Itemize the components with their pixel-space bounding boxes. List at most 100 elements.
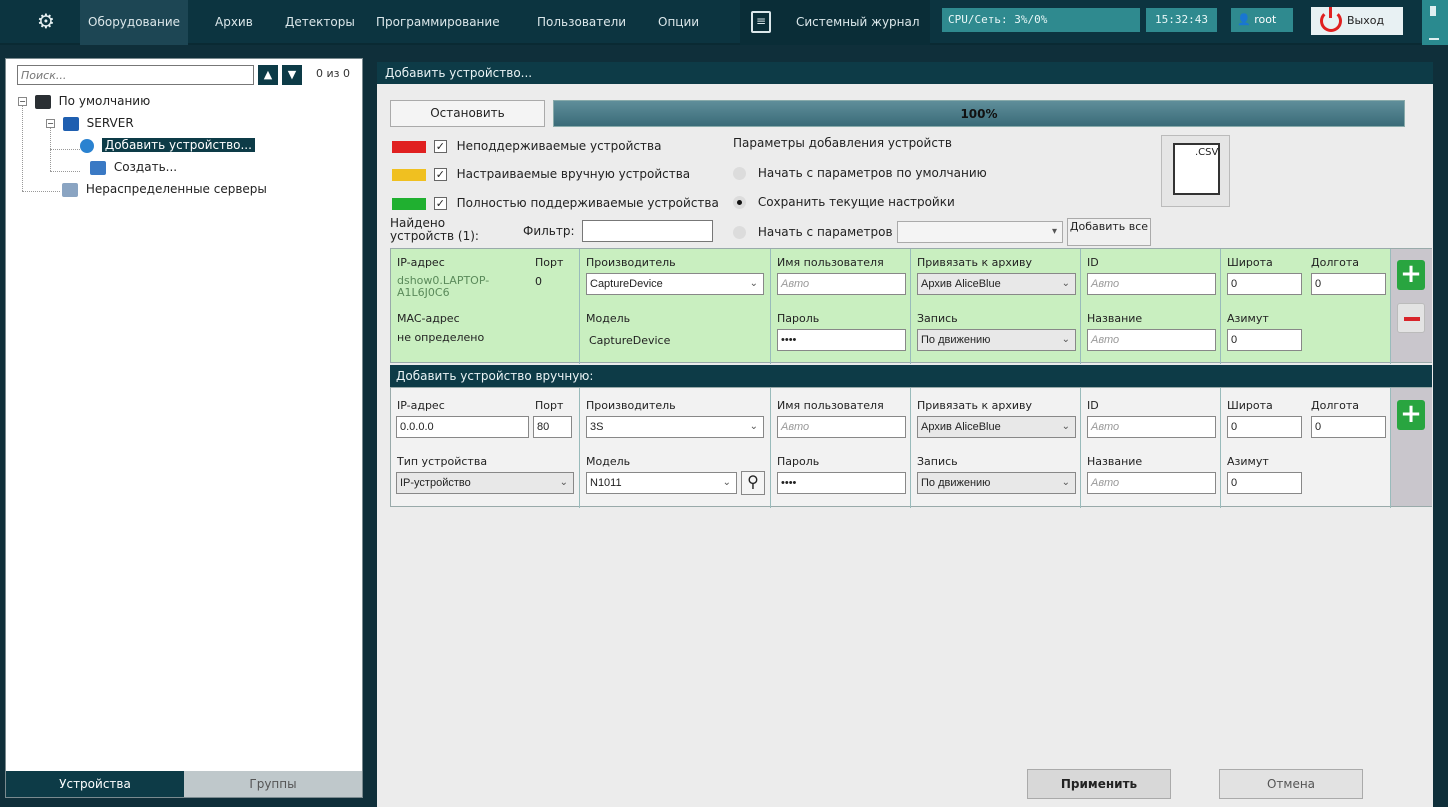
radio-keep[interactable]: Сохранить текущие настройки <box>733 192 955 212</box>
found-device-row[interactable]: IP-адрес dshow0.LAPTOP-A1L6J0C6 Порт 0 M… <box>390 248 1432 364</box>
manual-id-input[interactable]: Авто <box>1087 416 1216 438</box>
manual-username-input[interactable]: Авто <box>777 416 906 438</box>
tab-groups[interactable]: Группы <box>184 771 362 797</box>
full-swatch <box>392 197 426 210</box>
radio-default-button[interactable] <box>733 167 746 180</box>
latitude-input[interactable]: 0 <box>1227 273 1302 295</box>
system-journal-button[interactable]: ≡ Системный журнал <box>740 0 930 45</box>
power-icon <box>1320 7 1342 32</box>
manual-ip-input[interactable]: 0.0.0.0 <box>396 416 529 438</box>
system-journal-label: Системный журнал <box>796 15 920 29</box>
device-type-select[interactable]: IP-устройство ⌄ <box>396 472 574 494</box>
menu-equipment[interactable]: Оборудование <box>80 0 188 45</box>
menu-options[interactable]: Опции <box>650 0 707 45</box>
apply-button[interactable]: Применить <box>1027 769 1171 799</box>
manual-model-select[interactable]: N1011 ⌄ <box>586 472 737 494</box>
tree-node-unassigned[interactable]: Нераспределенные серверы <box>62 179 267 199</box>
add-all-button[interactable]: Добавить все <box>1067 218 1151 246</box>
collapse-icon[interactable]: − <box>46 119 55 128</box>
name-input[interactable]: Авто <box>1087 329 1216 351</box>
tree-node-create[interactable]: Создать... <box>90 157 177 177</box>
legend-full[interactable]: ✓ Полностью поддерживаемые устройства <box>392 193 719 213</box>
params-source-select[interactable]: ▾ <box>897 221 1063 243</box>
plus-icon[interactable]: + <box>1397 260 1425 290</box>
model-value: CaptureDevice <box>589 334 671 347</box>
minimize-icon[interactable] <box>1429 38 1439 40</box>
radio-default-label: Начать с параметров по умолчанию <box>757 166 987 180</box>
archive-select[interactable]: Архив AliceBlue ⌄ <box>917 273 1076 295</box>
id-input[interactable]: Авто <box>1087 273 1216 295</box>
tree-search-input[interactable] <box>17 65 254 85</box>
radio-keep-button[interactable] <box>733 196 746 209</box>
manual-add-header: Добавить устройство вручную: <box>390 365 1432 387</box>
collapse-icon[interactable]: − <box>18 97 27 106</box>
mac-value: не определено <box>397 331 485 344</box>
manual-device-row[interactable]: IP-адрес 0.0.0.0 Порт 80 Тип устройства … <box>390 387 1432 508</box>
pin-icon[interactable] <box>1430 6 1436 16</box>
tree-node-server[interactable]: − SERVER <box>46 113 134 133</box>
exit-button[interactable]: Выход <box>1311 7 1403 35</box>
legend-full-label: Полностью поддерживаемые устройства <box>456 196 719 210</box>
chevron-down-icon: ⌄ <box>749 278 758 289</box>
unsupported-checkbox[interactable]: ✓ <box>433 140 447 153</box>
password-input[interactable]: •••• <box>777 329 906 351</box>
port-value: 0 <box>535 275 542 288</box>
legend-unsupported[interactable]: ✓ Неподдерживаемые устройства <box>392 136 661 156</box>
manual-record-select[interactable]: По движению ⌄ <box>917 472 1076 494</box>
longitude-input[interactable]: 0 <box>1311 273 1386 295</box>
search-icon <box>80 138 94 153</box>
menu-detectors[interactable]: Детекторы <box>277 0 363 45</box>
manual-model-value: N1011 <box>590 477 622 489</box>
manual-username-label: Имя пользователя <box>777 399 884 412</box>
radio-params[interactable]: Начать с параметров <box>733 222 893 242</box>
manual-name-input[interactable]: Авто <box>1087 472 1216 494</box>
legend-manual-label: Настраиваемые вручную устройства <box>456 167 691 181</box>
cancel-button[interactable]: Отмена <box>1219 769 1363 799</box>
menu-users[interactable]: Пользователи <box>529 0 634 45</box>
username-input[interactable]: Авто <box>777 273 906 295</box>
manual-azimuth-input[interactable]: 0 <box>1227 472 1302 494</box>
chevron-down-icon: ⌄ <box>1061 421 1070 432</box>
manual-longitude-input[interactable]: 0 <box>1311 416 1386 438</box>
found-devices-label: Найдено устройств (1): <box>390 216 479 243</box>
user-badge[interactable]: 👤 root <box>1231 8 1293 32</box>
latitude-label: Широта <box>1227 256 1273 269</box>
manual-latitude-input[interactable]: 0 <box>1227 416 1302 438</box>
manual-checkbox[interactable]: ✓ <box>433 168 447 181</box>
vendor-select[interactable]: CaptureDevice ⌄ <box>586 273 764 295</box>
record-select[interactable]: По движению ⌄ <box>917 329 1076 351</box>
import-csv-button[interactable]: .CSV <box>1161 135 1230 207</box>
manual-archive-label: Привязать к архиву <box>917 399 1032 412</box>
panel-title: Добавить устройство... <box>377 62 1433 84</box>
manual-port-input[interactable]: 80 <box>533 416 572 438</box>
manual-vendor-select[interactable]: 3S ⌄ <box>586 416 764 438</box>
menu-programming[interactable]: Программирование <box>368 0 508 45</box>
chevron-up-icon[interactable]: ▲ <box>258 65 278 85</box>
tree-node-default[interactable]: − По умолчанию <box>18 91 150 111</box>
menu-archive[interactable]: Архив <box>207 0 261 45</box>
manual-vendor-label: Производитель <box>586 399 676 412</box>
name-label: Название <box>1087 312 1143 325</box>
chevron-down-icon: ⌄ <box>1061 278 1070 289</box>
stop-button[interactable]: Остановить <box>390 100 545 127</box>
search-icon[interactable]: ⚲ <box>741 471 765 495</box>
minus-icon[interactable] <box>1397 303 1425 333</box>
filter-input[interactable] <box>582 220 713 242</box>
tree-node-add-device[interactable]: Добавить устройство... <box>80 135 255 155</box>
tree-label-unassigned: Нераспределенные серверы <box>85 182 267 196</box>
tab-devices[interactable]: Устройства <box>6 771 184 797</box>
azimuth-input[interactable]: 0 <box>1227 329 1302 351</box>
server-icon <box>62 116 79 131</box>
plus-icon[interactable]: + <box>1397 400 1425 430</box>
user-name: root <box>1254 13 1277 26</box>
gear-icon[interactable]: ⚙ <box>31 6 61 36</box>
manual-password-input[interactable]: •••• <box>777 472 906 494</box>
chevron-down-icon[interactable]: ▼ <box>282 65 302 85</box>
record-select-value: По движению <box>921 334 991 346</box>
legend-manual[interactable]: ✓ Настраиваемые вручную устройства <box>392 164 690 184</box>
manual-archive-select[interactable]: Архив AliceBlue ⌄ <box>917 416 1076 438</box>
manual-model-label: Модель <box>586 455 631 468</box>
radio-params-button[interactable] <box>733 226 746 239</box>
full-checkbox[interactable]: ✓ <box>433 197 447 210</box>
radio-default[interactable]: Начать с параметров по умолчанию <box>733 163 987 183</box>
